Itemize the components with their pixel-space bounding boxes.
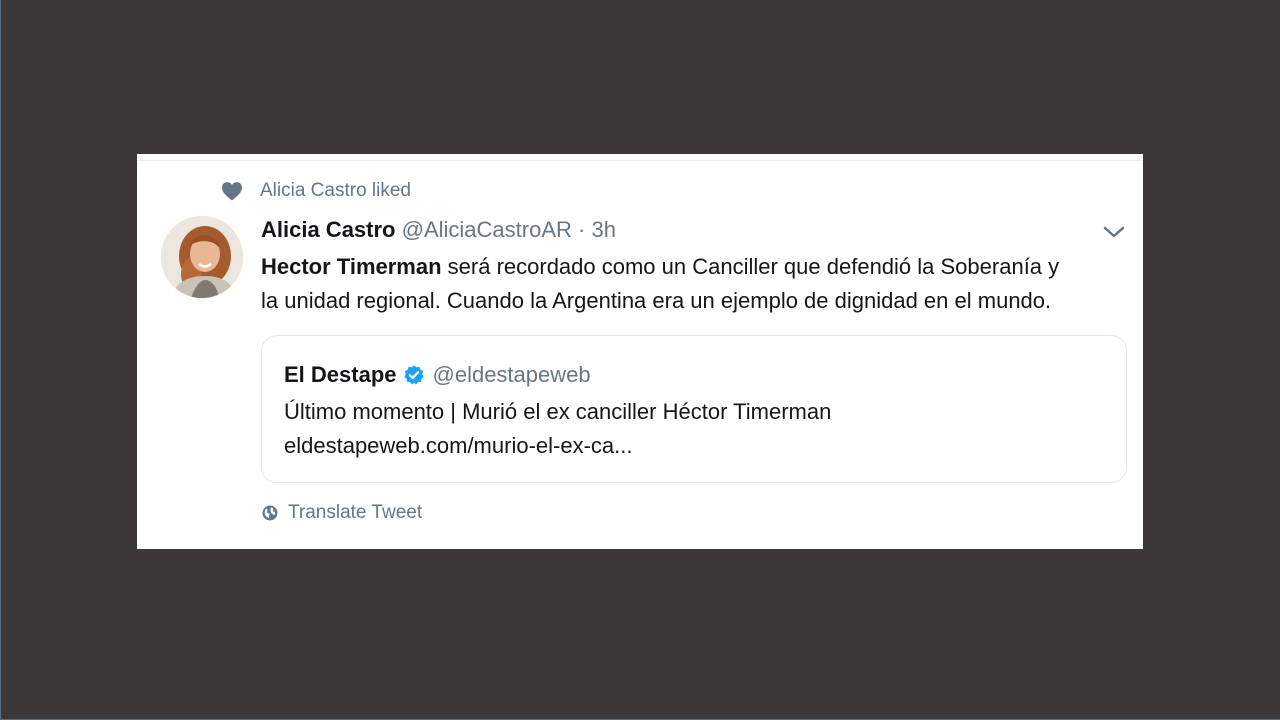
tweet-text-line-1: Hector Timerman será recordado como un C… — [261, 250, 1141, 284]
social-context-label: Alicia Castro liked — [260, 180, 411, 201]
quoted-author-handle: @eldestapeweb — [432, 362, 591, 387]
tweet-text-line-1-rest: será recordado como un Canciller que def… — [441, 254, 1060, 279]
tweet-header: Alicia Castro @AliciaCastroAR · 3h — [261, 216, 616, 244]
social-context: Alicia Castro liked — [221, 180, 411, 202]
quoted-tweet[interactable]: El Destape @eldestapeweb Último momento … — [261, 335, 1127, 483]
tweet-text-line-2: la unidad regional. Cuando la Argentina … — [261, 288, 1052, 313]
verified-badge-icon — [403, 365, 424, 385]
divider — [137, 160, 1143, 161]
heart-icon — [222, 182, 242, 201]
translate-tweet-button[interactable]: Translate Tweet — [261, 502, 422, 524]
globe-icon — [262, 505, 278, 521]
translate-tweet-label: Translate Tweet — [288, 502, 423, 523]
separator-dot: · — [578, 217, 586, 242]
quoted-author-name: El Destape — [284, 362, 397, 387]
quoted-tweet-text: Último momento | Murió el ex canciller H… — [284, 399, 832, 424]
tweet-text: Hector Timerman será recordado como un C… — [261, 250, 1141, 318]
quoted-tweet-link[interactable]: eldestapeweb.com/murio-el-ex-ca... — [284, 432, 632, 460]
avatar[interactable] — [161, 216, 243, 298]
author-name[interactable]: Alicia Castro — [261, 217, 396, 242]
chevron-down-icon[interactable] — [1102, 224, 1126, 240]
timestamp[interactable]: 3h — [591, 217, 615, 242]
tweet-card[interactable]: Alicia Castro liked Alicia Castro @Alici… — [137, 154, 1143, 549]
avatar-image — [161, 216, 243, 298]
quoted-tweet-header: El Destape @eldestapeweb — [284, 361, 591, 389]
mention-name: Hector Timerman — [261, 254, 442, 279]
author-handle[interactable]: @AliciaCastroAR — [402, 217, 572, 242]
